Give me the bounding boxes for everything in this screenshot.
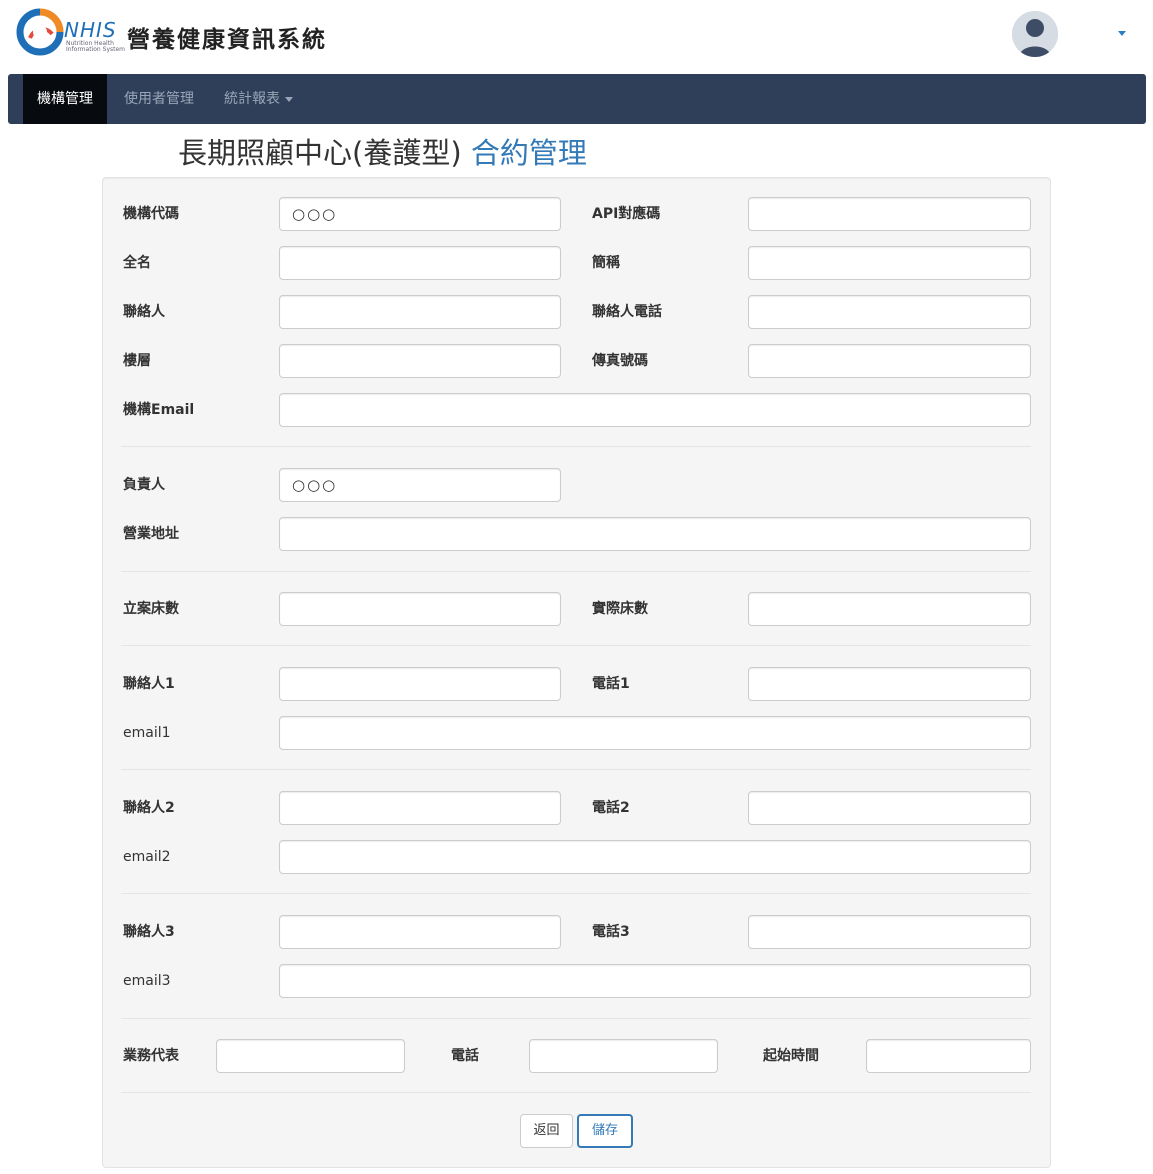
back-button[interactable]: 返回 bbox=[520, 1114, 573, 1148]
section-divider bbox=[121, 645, 1031, 646]
email3-label: email3 bbox=[123, 973, 171, 989]
nhis-logo[interactable]: NHIS Nutrition Health Information System bbox=[16, 8, 125, 58]
email3-input[interactable] bbox=[279, 964, 1031, 998]
phone1-label: 電話1 bbox=[592, 676, 630, 692]
floor-input[interactable] bbox=[279, 344, 561, 378]
logo-text: NHIS bbox=[64, 18, 117, 42]
org-code-input[interactable] bbox=[279, 197, 561, 231]
start-time-input[interactable] bbox=[866, 1039, 1031, 1073]
beds-actual-label: 實際床數 bbox=[592, 601, 648, 617]
phone2-label: 電話2 bbox=[592, 800, 630, 816]
user-silhouette-icon bbox=[1012, 11, 1058, 57]
contact-label: 聯絡人 bbox=[123, 304, 165, 320]
user-avatar[interactable] bbox=[1012, 11, 1058, 57]
contact-input[interactable] bbox=[279, 295, 561, 329]
sales-rep-label: 業務代表 bbox=[123, 1048, 179, 1064]
address-label: 營業地址 bbox=[123, 526, 179, 542]
email2-label: email2 bbox=[123, 849, 171, 865]
section-divider bbox=[121, 893, 1031, 894]
chevron-down-icon bbox=[285, 96, 293, 102]
email2-input[interactable] bbox=[279, 840, 1031, 874]
email1-label: email1 bbox=[123, 725, 171, 741]
fax-input[interactable] bbox=[748, 344, 1031, 378]
contact3-label: 聯絡人3 bbox=[123, 924, 175, 940]
floor-label: 樓層 bbox=[123, 353, 151, 369]
nav-item-label: 機構管理 bbox=[37, 91, 93, 107]
responsible-label: 負責人 bbox=[123, 477, 165, 493]
section-divider bbox=[121, 1018, 1031, 1019]
logo-mark-icon bbox=[16, 8, 64, 56]
fax-label: 傳真號碼 bbox=[592, 353, 648, 369]
nav-item-statistics-reports[interactable]: 統計報表 bbox=[210, 74, 307, 124]
user-menu-caret-icon[interactable] bbox=[1118, 31, 1126, 36]
org-code-label: 機構代碼 bbox=[123, 206, 179, 222]
contact2-input[interactable] bbox=[279, 791, 561, 825]
contact3-input[interactable] bbox=[279, 915, 561, 949]
app-header: NHIS Nutrition Health Information System… bbox=[0, 0, 1153, 74]
sales-rep-input[interactable] bbox=[216, 1039, 405, 1073]
beds-registered-label: 立案床數 bbox=[123, 601, 179, 617]
section-divider bbox=[121, 1092, 1031, 1093]
org-email-label: 機構Email bbox=[123, 402, 195, 418]
full-name-input[interactable] bbox=[279, 246, 561, 280]
phone3-input[interactable] bbox=[748, 915, 1031, 949]
site-title: 營養健康資訊系統 bbox=[127, 27, 327, 53]
org-email-input[interactable] bbox=[279, 393, 1031, 427]
section-divider bbox=[121, 446, 1031, 447]
nav-item-user-management[interactable]: 使用者管理 bbox=[110, 74, 208, 124]
section-divider bbox=[121, 769, 1031, 770]
main-navbar: 機構管理 使用者管理 統計報表 bbox=[8, 74, 1146, 124]
short-name-input[interactable] bbox=[748, 246, 1031, 280]
contact1-label: 聯絡人1 bbox=[123, 676, 175, 692]
short-name-label: 簡稱 bbox=[592, 255, 620, 271]
address-input[interactable] bbox=[279, 517, 1031, 551]
section-divider bbox=[121, 571, 1031, 572]
save-button[interactable]: 儲存 bbox=[577, 1114, 633, 1148]
api-code-input[interactable] bbox=[748, 197, 1031, 231]
contract-form-panel: 機構代碼 API對應碼 全名 簡稱 聯絡人 聯絡人電話 樓層 傳真號碼 機構Em… bbox=[102, 177, 1051, 1168]
phone3-label: 電話3 bbox=[592, 924, 630, 940]
phone1-input[interactable] bbox=[748, 667, 1031, 701]
contact-phone-label: 聯絡人電話 bbox=[592, 304, 662, 320]
contact2-label: 聯絡人2 bbox=[123, 800, 175, 816]
phone2-input[interactable] bbox=[748, 791, 1031, 825]
nav-item-label: 使用者管理 bbox=[124, 91, 194, 107]
email1-input[interactable] bbox=[279, 716, 1031, 750]
api-code-label: API對應碼 bbox=[592, 206, 661, 222]
contact1-input[interactable] bbox=[279, 667, 561, 701]
page-title-main: 長期照顧中心(養護型) bbox=[178, 136, 462, 170]
beds-actual-input[interactable] bbox=[748, 592, 1031, 626]
phone-input[interactable] bbox=[529, 1039, 718, 1073]
responsible-input[interactable] bbox=[279, 468, 561, 502]
page-title: 長期照顧中心(養護型) 合約管理 bbox=[178, 130, 587, 172]
contact-phone-input[interactable] bbox=[748, 295, 1031, 329]
page-title-accent: 合約管理 bbox=[470, 136, 587, 170]
nav-item-org-management[interactable]: 機構管理 bbox=[23, 74, 107, 124]
start-time-label: 起始時間 bbox=[763, 1048, 819, 1064]
nav-item-label: 統計報表 bbox=[224, 91, 280, 107]
full-name-label: 全名 bbox=[123, 255, 151, 271]
beds-registered-input[interactable] bbox=[279, 592, 561, 626]
phone-label: 電話 bbox=[451, 1048, 479, 1064]
logo-subtitle: Nutrition Health Information System bbox=[66, 40, 126, 53]
